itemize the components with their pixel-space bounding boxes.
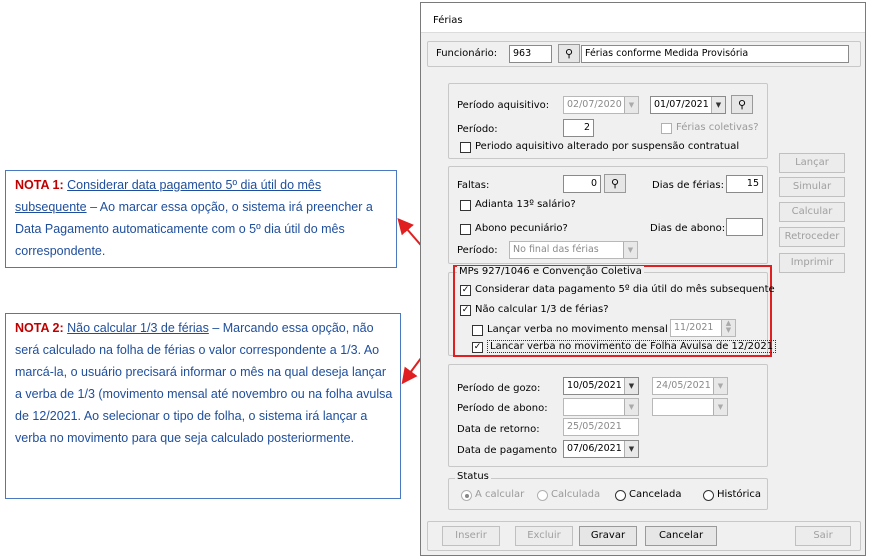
imprimir-button[interactable]: Imprimir (779, 253, 845, 273)
periodo-abono-select-value: No final das férias (513, 244, 599, 255)
aquisitivo-alterado-label: Periodo aquisitivo alterado por suspensã… (475, 141, 740, 152)
lancar-mensal-label: Lançar verba no movimento mensal : (487, 324, 675, 335)
funcionario-name-field: Férias conforme Medida Provisória (581, 45, 849, 63)
status-historica-label: Histórica (717, 489, 762, 500)
gozo-end-input[interactable]: 24/05/2021 ▼ (652, 377, 728, 395)
periodo-aquisitivo-label: Período aquisitivo: (457, 100, 550, 111)
chevron-down-icon[interactable]: ▼ (624, 399, 638, 415)
data-retorno-input[interactable]: 25/05/2021 (563, 418, 639, 436)
data-retorno-label: Data de retorno: (457, 424, 540, 435)
chevron-down-icon[interactable]: ▼ (713, 399, 727, 415)
periodo-abono-select[interactable]: No final das férias ▼ (509, 241, 638, 259)
adianta-13-checkbox[interactable] (460, 200, 471, 211)
status-cancelada-radio[interactable] (615, 490, 626, 501)
funcionario-code-input[interactable]: 963 (509, 45, 552, 63)
periodo-abono-select-label: Período: (457, 245, 498, 256)
status-calculada-label: Calculada (551, 489, 601, 500)
data-pagamento-input[interactable]: 07/06/2021 ▼ (563, 440, 639, 458)
binoculars-icon[interactable]: ⚲ (731, 95, 753, 114)
chevron-down-icon[interactable]: ▼ (711, 97, 725, 113)
abono-end-input[interactable]: ▼ (652, 398, 728, 416)
considerar-5-dia-label: Considerar data pagamento 5º dia útil do… (475, 284, 775, 295)
chevron-down-icon[interactable]: ▼ (624, 378, 638, 394)
nao-calcular-terco-label: Não calcular 1/3 de férias? (475, 304, 609, 315)
aquisitivo-end-value: 01/07/2021 (654, 99, 709, 110)
faltas-input[interactable]: 0 (563, 175, 601, 193)
simular-button[interactable]: Simular (779, 177, 845, 197)
adianta-13-label: Adianta 13º salário? (475, 199, 576, 210)
periodo-label: Período: (457, 124, 498, 135)
abono-pecuniario-label: Abono pecuniário? (475, 223, 568, 234)
ferias-coletivas-label: Férias coletivas? (676, 122, 759, 133)
spinner-icon[interactable]: ▲ ▼ (721, 320, 735, 336)
chevron-down-icon[interactable]: ▼ (624, 441, 638, 457)
status-cancelada-label: Cancelada (629, 489, 682, 500)
funcionario-label: Funcionário: (436, 48, 498, 59)
window-title: Férias (433, 15, 463, 26)
aquisitivo-alterado-checkbox[interactable] (460, 142, 471, 153)
data-pagamento-value: 07/06/2021 (567, 443, 622, 454)
lancar-avulsa-label: Lancar verba no movimento de Folha Avuls… (487, 340, 777, 353)
abono-start-input[interactable]: ▼ (563, 398, 639, 416)
status-a-calcular-radio[interactable] (461, 490, 472, 501)
chevron-down-icon[interactable]: ▼ (623, 242, 637, 258)
lancar-mensal-input[interactable]: 11/2021 ▲ ▼ (670, 319, 736, 337)
binoculars-icon[interactable]: ⚲ (604, 174, 626, 193)
faltas-label: Faltas: (457, 180, 490, 191)
calcular-button[interactable]: Calcular (779, 202, 845, 222)
periodo-input[interactable]: 2 (563, 119, 594, 137)
sair-button[interactable]: Sair (795, 526, 851, 546)
status-historica-radio[interactable] (703, 490, 714, 501)
status-legend: Status (455, 471, 491, 482)
ferias-window: Férias Funcionário: 963 ⚲ Férias conform… (420, 2, 866, 556)
considerar-5-dia-checkbox[interactable]: ✓ (460, 285, 471, 296)
periodo-abono-label: Período de abono: (457, 403, 548, 414)
gravar-button[interactable]: Gravar (579, 526, 637, 546)
dias-abono-label: Dias de abono: (650, 223, 726, 234)
binoculars-icon[interactable]: ⚲ (558, 44, 580, 63)
data-pagamento-label: Data de pagamento (457, 445, 557, 456)
gozo-start-input[interactable]: 10/05/2021 ▼ (563, 377, 639, 395)
aquisitivo-start-input[interactable]: 02/07/2020 ▼ (563, 96, 639, 114)
aquisitivo-end-input[interactable]: 01/07/2021 ▼ (650, 96, 726, 114)
gozo-start-value: 10/05/2021 (567, 380, 622, 391)
status-calculada-radio[interactable] (537, 490, 548, 501)
retroceder-button[interactable]: Retroceder (779, 227, 845, 247)
dias-ferias-label: Dias de férias: (652, 180, 724, 191)
lancar-avulsa-checkbox[interactable]: ✓ (472, 342, 483, 353)
chevron-down-icon[interactable]: ▼ (713, 378, 727, 394)
periodo-gozo-label: Período de gozo: (457, 383, 541, 394)
lancar-mensal-checkbox[interactable] (472, 325, 483, 336)
aquisitivo-start-value: 02/07/2020 (567, 99, 622, 110)
cancelar-button[interactable]: Cancelar (645, 526, 717, 546)
mps-legend: MPs 927/1046 e Convenção Coletiva (457, 266, 644, 277)
lancar-mensal-value: 11/2021 (674, 322, 714, 333)
excluir-button[interactable]: Excluir (515, 526, 573, 546)
gozo-end-value: 24/05/2021 (656, 380, 711, 391)
status-a-calcular-label: A calcular (475, 489, 525, 500)
lancar-button[interactable]: Lançar (779, 153, 845, 173)
abono-pecuniario-checkbox[interactable] (460, 224, 471, 235)
chevron-down-icon[interactable]: ▼ (624, 97, 638, 113)
dias-ferias-input[interactable]: 15 (726, 175, 763, 193)
title-bar: Férias (421, 3, 865, 33)
ferias-coletivas-checkbox[interactable] (661, 123, 672, 134)
inserir-button[interactable]: Inserir (442, 526, 500, 546)
nao-calcular-terco-checkbox[interactable]: ✓ (460, 305, 471, 316)
dias-abono-input[interactable] (726, 218, 763, 236)
